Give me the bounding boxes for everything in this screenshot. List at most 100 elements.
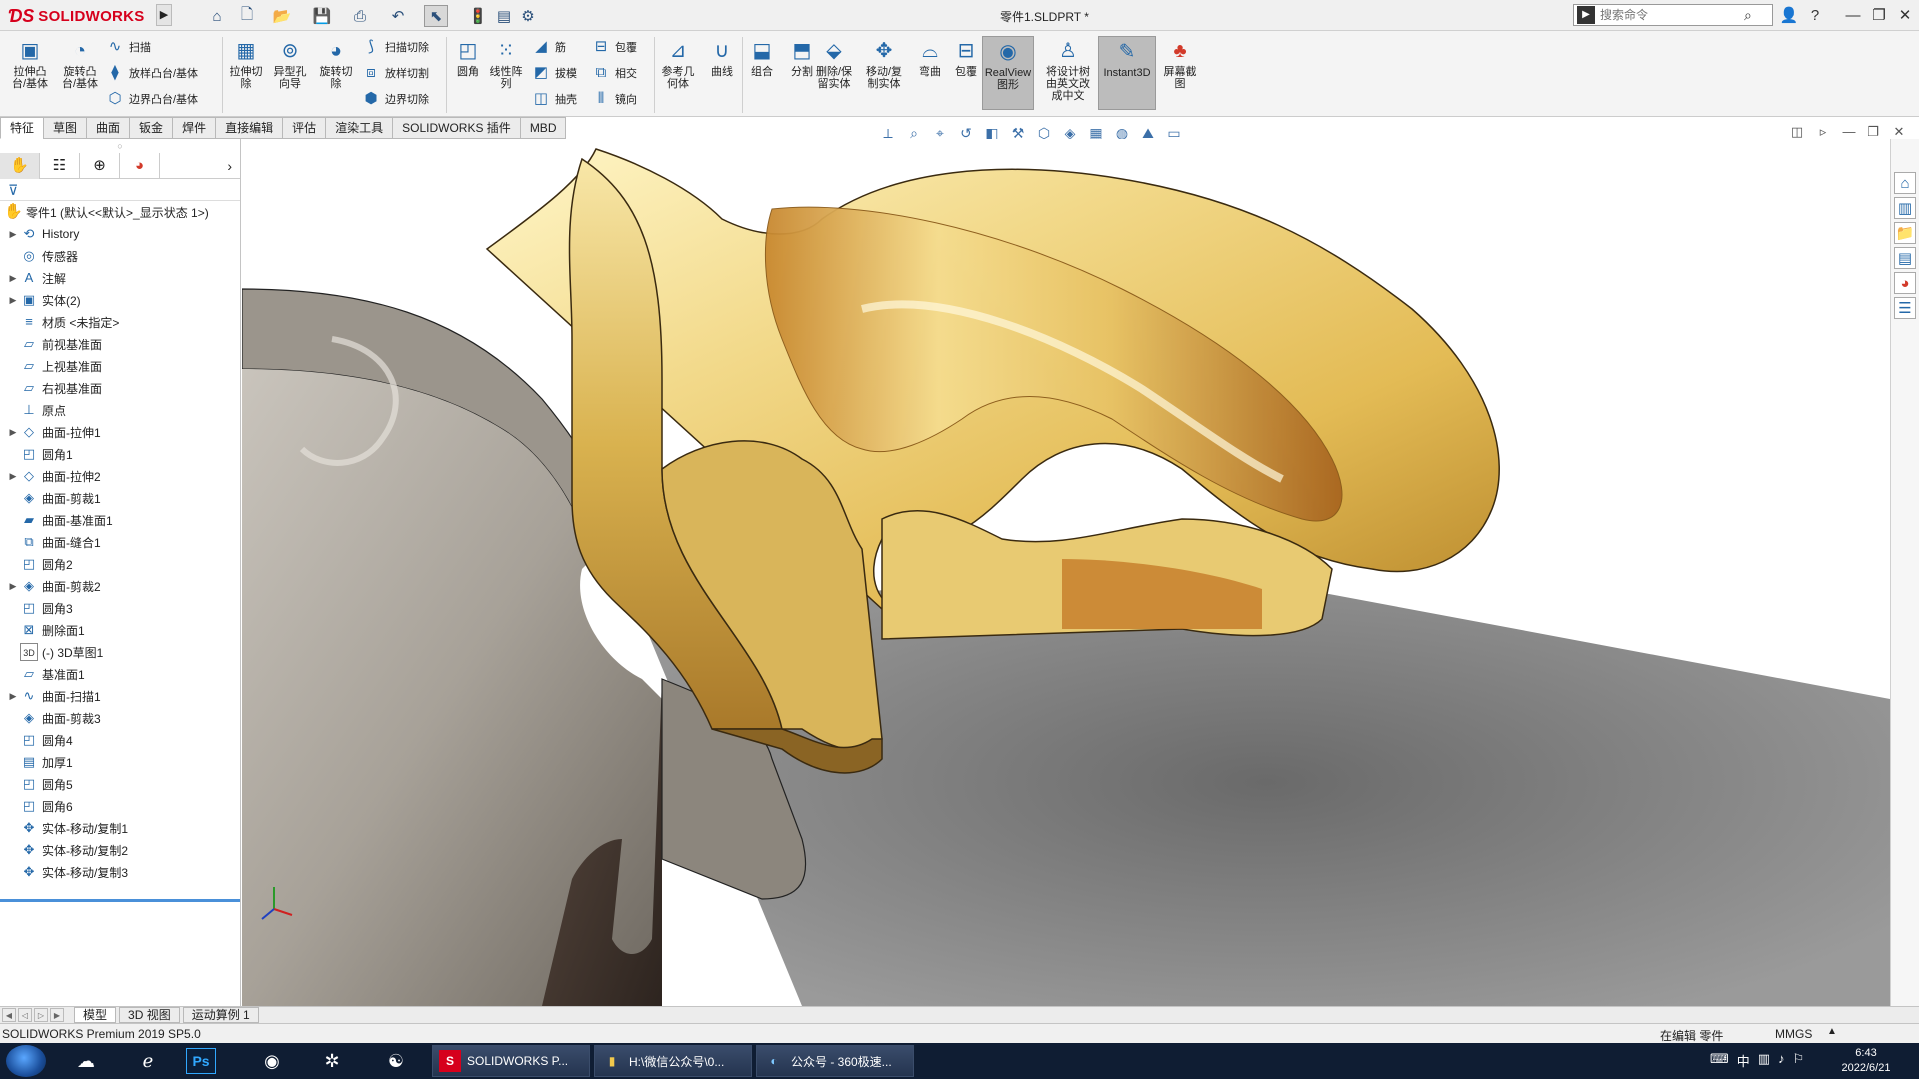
tree-item[interactable]: 3D (-) 3D草图1	[0, 641, 240, 663]
rollback-bar[interactable]	[0, 899, 240, 902]
tree-item[interactable]: ▶ ◈ 曲面-剪裁2	[0, 575, 240, 597]
wrap-button[interactable]: ⊟ 包覆	[592, 36, 637, 58]
custom-properties-icon[interactable]: ☰	[1894, 297, 1916, 319]
flag-icon[interactable]: ⚐	[1793, 1051, 1805, 1070]
graphics-area[interactable]	[242, 139, 1890, 1006]
move-copy-body-button[interactable]: ✥ 移动/复 制实体	[860, 39, 908, 90]
next-tab-icon[interactable]: ▷	[34, 1008, 48, 1022]
tree-item[interactable]: ◰ 圆角3	[0, 597, 240, 619]
extrude-cut-button[interactable]: ▦ 拉伸切 除	[224, 39, 268, 90]
screenshot-button[interactable]: ♣ 屏幕截 图	[1158, 39, 1202, 90]
view-palette-icon[interactable]: ▤	[1894, 247, 1916, 269]
tab-solidworks-addins[interactable]: SOLIDWORKS 插件	[392, 117, 520, 139]
realview-graphics-button[interactable]: ◉ RealView 图形	[982, 36, 1034, 110]
display-manager-tab-icon[interactable]: ◕	[120, 153, 160, 179]
first-tab-icon[interactable]: ◀	[2, 1008, 16, 1022]
design-library-icon[interactable]: ▥	[1894, 197, 1916, 219]
combine-button[interactable]: ⬓ 组合	[740, 39, 784, 78]
tab-motion-study[interactable]: 运动算例 1	[182, 1007, 259, 1023]
tree-item[interactable]: ✥ 实体-移动/复制2	[0, 839, 240, 861]
photoshop-icon[interactable]: Ps	[186, 1048, 216, 1074]
tab-weldments[interactable]: 焊件	[172, 117, 216, 139]
select-icon[interactable]: ⬉	[424, 5, 448, 27]
tree-item[interactable]: ▱ 上视基准面	[0, 355, 240, 377]
lofted-cut-button[interactable]: ⧈ 放样切割	[362, 62, 429, 84]
curves-button[interactable]: ∪ 曲线	[700, 39, 744, 78]
revolve-boss-button[interactable]: ◔ 旋转凸 台/基体	[58, 39, 102, 90]
delete-keep-body-button[interactable]: ⬙ 删除/保 留实体	[810, 39, 858, 90]
tab-evaluate[interactable]: 评估	[282, 117, 326, 139]
hole-wizard-button[interactable]: ⊚ 异型孔 向导	[268, 39, 312, 90]
rib-button[interactable]: ◢ 筋	[532, 36, 566, 58]
home-icon[interactable]: ⌂	[205, 5, 229, 27]
appearances-icon[interactable]: ◕	[1894, 272, 1916, 294]
tree-item[interactable]: ⊠ 删除面1	[0, 619, 240, 641]
tree-item[interactable]: ◰ 圆角4	[0, 729, 240, 751]
tree-item[interactable]: ⊥ 原点	[0, 399, 240, 421]
tab-mbd[interactable]: MBD	[519, 117, 567, 139]
configuration-manager-tab-icon[interactable]: ⊕	[80, 153, 120, 179]
last-tab-icon[interactable]: ▶	[50, 1008, 64, 1022]
search-input[interactable]	[1600, 8, 1740, 22]
linear-pattern-button[interactable]: ⁙ 线性阵 列	[484, 39, 528, 90]
draft-button[interactable]: ◩ 拔模	[532, 62, 577, 84]
taskbar-window-browser[interactable]: ◐ 公众号 - 360极速...	[756, 1045, 914, 1077]
expand-arrow-icon[interactable]: ▶	[6, 273, 20, 284]
tab-sheet-metal[interactable]: 钣金	[129, 117, 173, 139]
mirror-button[interactable]: ⫴ 镜向	[592, 88, 637, 110]
more-tabs-chevron-icon[interactable]: ›	[227, 153, 232, 179]
tree-item[interactable]: ▶ ◇ 曲面-拉伸2	[0, 465, 240, 487]
tab-surfaces[interactable]: 曲面	[86, 117, 130, 139]
tree-root-part[interactable]: ✋ 零件1 (默认<<默认>_显示状态 1>)	[0, 201, 240, 223]
unit-menu-chevron-icon[interactable]: ▲	[1827, 1026, 1837, 1037]
solidworks-logo[interactable]: ƊS SOLIDWORKS	[8, 5, 145, 27]
tree-item[interactable]: ✥ 实体-移动/复制1	[0, 817, 240, 839]
file-properties-icon[interactable]: ▤	[492, 5, 516, 27]
open-icon[interactable]: 📂	[270, 5, 294, 27]
property-manager-tab-icon[interactable]: ☷	[40, 153, 80, 179]
filter-icon[interactable]: ⊽	[0, 179, 240, 201]
tab-model[interactable]: 模型	[74, 1007, 117, 1023]
reference-geometry-button[interactable]: ⊿ 参考几 何体	[656, 39, 700, 90]
tree-item[interactable]: ◈ 曲面-剪裁1	[0, 487, 240, 509]
start-button[interactable]	[6, 1045, 46, 1077]
system-clock[interactable]: 6:43 2022/6/21	[1835, 1046, 1897, 1076]
pinwheel-app-icon[interactable]: ✲	[310, 1046, 354, 1076]
tree-item[interactable]: ◰ 圆角1	[0, 443, 240, 465]
tree-item[interactable]: ◎ 传感器	[0, 245, 240, 267]
extrude-boss-button[interactable]: ▣ 拉伸凸 台/基体	[8, 39, 52, 90]
shell-button[interactable]: ◫ 抽壳	[532, 88, 577, 110]
unit-system[interactable]: MMGS	[1775, 1027, 1812, 1041]
volume-icon[interactable]: ♪	[1778, 1051, 1785, 1070]
tree-item[interactable]: ▤ 加厚1	[0, 751, 240, 773]
tree-item[interactable]: ▶ ◇ 曲面-拉伸1	[0, 421, 240, 443]
print-icon[interactable]: ⎙	[348, 5, 372, 27]
tree-item[interactable]: ◰ 圆角2	[0, 553, 240, 575]
boundary-boss-button[interactable]: ⬡ 边界凸台/基体	[106, 88, 198, 110]
screenshot-tool-icon[interactable]: ◉	[250, 1046, 294, 1076]
tree-item[interactable]: ▰ 曲面-基准面1	[0, 509, 240, 531]
expand-arrow-icon[interactable]: ▶	[6, 581, 20, 592]
intersect-button[interactable]: ⧉ 相交	[592, 62, 637, 84]
keyboard-icon[interactable]: ⌨	[1710, 1051, 1729, 1070]
translate-tree-button[interactable]: ♙ 将设计树 由英文改 成中文	[1040, 39, 1096, 102]
instant3d-button[interactable]: ✎ Instant3D	[1098, 36, 1156, 110]
expand-arrow-icon[interactable]: ▶	[6, 229, 20, 240]
tree-item[interactable]: ▶ ⟲ History	[0, 223, 240, 245]
new-document-icon[interactable]: 🗋	[235, 5, 259, 27]
tree-item[interactable]: ▱ 右视基准面	[0, 377, 240, 399]
ok-app-icon[interactable]: ☯	[374, 1046, 418, 1076]
loft-button[interactable]: ⧫ 放样凸台/基体	[106, 62, 198, 84]
tree-item[interactable]: ▱ 基准面1	[0, 663, 240, 685]
expand-arrow-icon[interactable]: ▶	[6, 427, 20, 438]
rebuild-icon[interactable]: 🚦	[466, 5, 490, 27]
baidu-netdisk-icon[interactable]: ☁	[64, 1046, 108, 1076]
tree-item[interactable]: ◰ 圆角5	[0, 773, 240, 795]
expand-arrow-icon[interactable]: ▶	[6, 471, 20, 482]
tab-sketch[interactable]: 草图	[43, 117, 87, 139]
options-gear-icon[interactable]: ⚙	[516, 5, 540, 27]
tree-item[interactable]: ◰ 圆角6	[0, 795, 240, 817]
revolve-cut-button[interactable]: ◕ 旋转切 除	[314, 39, 358, 90]
file-explorer-icon[interactable]: 📁	[1894, 222, 1916, 244]
tab-3d-views[interactable]: 3D 视图	[119, 1007, 180, 1023]
